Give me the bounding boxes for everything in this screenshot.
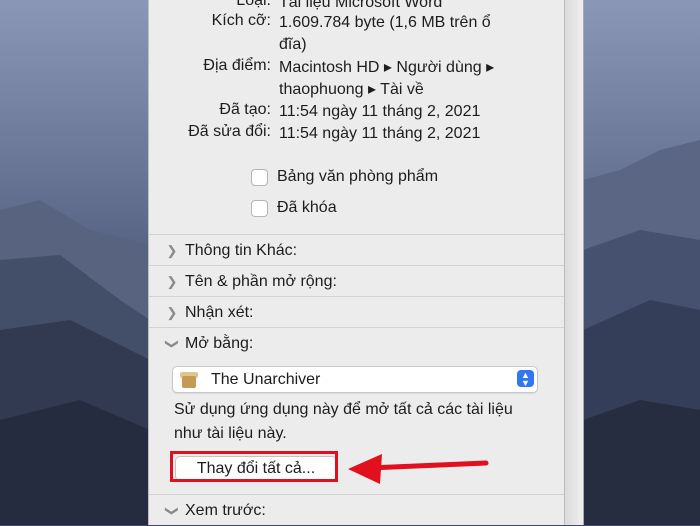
where-value: Macintosh HD ▸ Người dùng ▸ thaophuong ▸… bbox=[279, 59, 495, 98]
get-info-panel: Loại: Tài liệu Microsoft Word Kích cỡ: 1… bbox=[148, 0, 565, 525]
modified-value: 11:54 ngày 11 tháng 2, 2021 bbox=[279, 125, 481, 142]
chevron-down-icon[interactable]: ❯ bbox=[164, 504, 180, 518]
open-with-app-select[interactable]: The Unarchiver ▲ ▼ bbox=[172, 366, 538, 393]
red-arrow-annotation bbox=[348, 454, 489, 484]
stationery-label: Bảng văn phòng phẩm bbox=[277, 168, 439, 185]
window-edge bbox=[563, 0, 584, 525]
chevron-right-icon[interactable]: ❯ bbox=[165, 274, 179, 290]
created-label: Đã tạo: bbox=[219, 101, 271, 118]
stationery-option[interactable]: Bảng văn phòng phẩm bbox=[251, 168, 438, 186]
section-more-info-label: Thông tin Khác: bbox=[185, 241, 298, 259]
size-value: 1.609.784 byte (1,6 MB trên ổ đĩa) bbox=[279, 14, 491, 53]
selected-app-name: The Unarchiver bbox=[211, 370, 321, 388]
unarchiver-app-icon bbox=[179, 371, 199, 389]
locked-label: Đã khóa bbox=[277, 199, 337, 216]
stationery-checkbox[interactable] bbox=[251, 168, 268, 186]
section-more-info[interactable]: ❯ Thông tin Khác: bbox=[149, 234, 564, 266]
section-comments-label: Nhận xét: bbox=[185, 303, 254, 321]
chevron-right-icon[interactable]: ❯ bbox=[165, 243, 179, 259]
where-label: Địa điểm: bbox=[203, 57, 271, 74]
kind-label: Loại: bbox=[236, 0, 271, 9]
size-label: Kích cỡ: bbox=[211, 12, 271, 29]
locked-option[interactable]: Đã khóa bbox=[251, 199, 337, 217]
modified-label: Đã sửa đổi: bbox=[188, 123, 271, 140]
chevron-right-icon[interactable]: ❯ bbox=[165, 305, 179, 321]
highlight-box bbox=[170, 451, 338, 482]
popup-stepper-icon[interactable]: ▲ ▼ bbox=[517, 370, 534, 387]
section-preview[interactable]: ❯ Xem trước: bbox=[149, 494, 564, 526]
section-open-with[interactable]: ❯ Mở bằng: bbox=[149, 327, 564, 359]
open-with-description: Sử dụng ứng dụng này để mở tất cả các tà… bbox=[174, 401, 513, 442]
section-name-extension[interactable]: ❯ Tên & phần mở rộng: bbox=[149, 265, 564, 297]
locked-checkbox[interactable] bbox=[251, 199, 268, 217]
section-open-with-label: Mở bằng: bbox=[185, 334, 254, 352]
section-comments[interactable]: ❯ Nhận xét: bbox=[149, 296, 564, 328]
chevron-down-icon[interactable]: ❯ bbox=[164, 337, 180, 351]
created-value: 11:54 ngày 11 tháng 2, 2021 bbox=[279, 103, 481, 120]
section-name-extension-label: Tên & phần mở rộng: bbox=[185, 272, 337, 290]
section-preview-label: Xem trước: bbox=[185, 501, 266, 519]
